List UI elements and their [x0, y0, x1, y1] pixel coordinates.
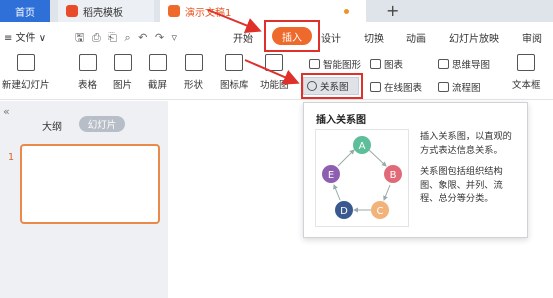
- annotation-arrows: [207, 9, 300, 85]
- arrow-to-insert-tab: [207, 9, 262, 33]
- arrow-to-relation-button: [244, 59, 300, 85]
